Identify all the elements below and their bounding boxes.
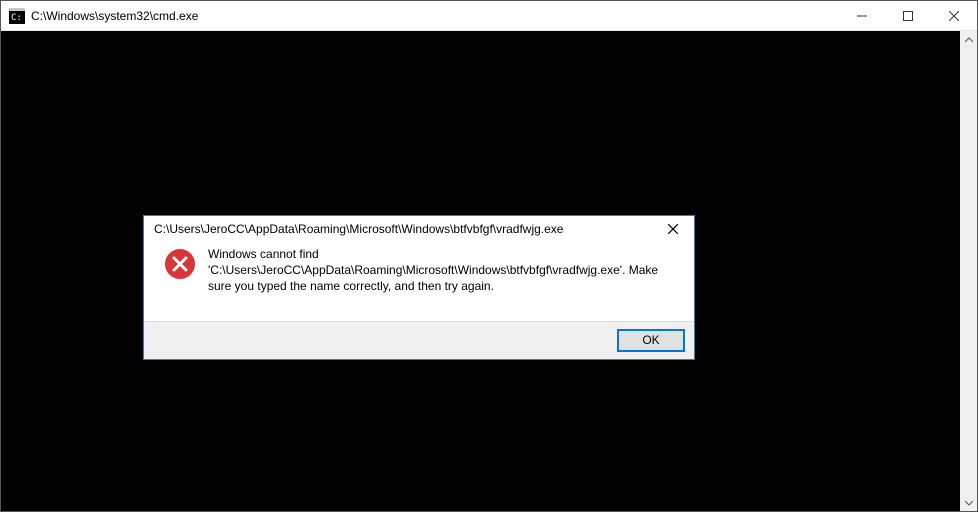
dialog-message: Windows cannot find 'C:\Users\JeroCC\App…	[208, 246, 682, 295]
scroll-down-arrow[interactable]	[960, 494, 977, 511]
cmd-icon: C:	[9, 8, 25, 24]
svg-text:C:: C:	[11, 13, 22, 23]
scroll-up-arrow[interactable]	[960, 31, 977, 48]
dialog-body: Windows cannot find 'C:\Users\JeroCC\App…	[144, 242, 694, 321]
window-controls	[839, 1, 977, 30]
error-icon	[164, 248, 196, 280]
error-dialog: C:\Users\JeroCC\AppData\Roaming\Microsof…	[143, 215, 695, 360]
dialog-titlebar[interactable]: C:\Users\JeroCC\AppData\Roaming\Microsof…	[144, 216, 694, 242]
cmd-window: C: C:\Windows\system32\cmd.exe	[0, 0, 978, 512]
ok-button[interactable]: OK	[618, 330, 684, 351]
vertical-scrollbar[interactable]	[960, 31, 977, 511]
minimize-button[interactable]	[839, 1, 885, 30]
maximize-button[interactable]	[885, 1, 931, 30]
dialog-footer: OK	[144, 321, 694, 359]
terminal-area[interactable]: C:\Users\JeroCC\AppData\Roaming\Microsof…	[1, 31, 977, 511]
close-button[interactable]	[931, 1, 977, 30]
titlebar[interactable]: C: C:\Windows\system32\cmd.exe	[1, 1, 977, 31]
window-title: C:\Windows\system32\cmd.exe	[31, 9, 198, 23]
dialog-close-button[interactable]	[660, 216, 686, 242]
dialog-title: C:\Users\JeroCC\AppData\Roaming\Microsof…	[154, 222, 660, 236]
